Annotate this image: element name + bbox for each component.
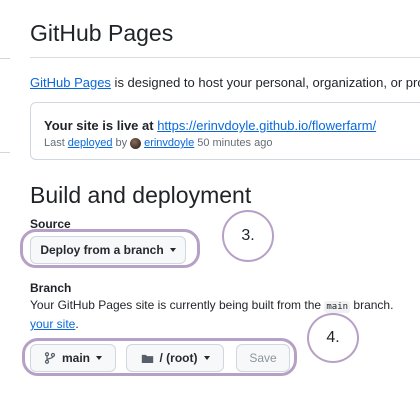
branch-description: Your GitHub Pages site is currently bein… [30,298,394,313]
github-pages-link[interactable]: GitHub Pages [30,75,111,90]
branch-description-text: Your GitHub Pages site is currently bein… [30,298,325,312]
site-url-link[interactable]: https://erinvdoyle.github.io/flowerfarm/ [157,118,376,133]
branch-description-suffix: branch. [350,298,394,312]
branch-label: Branch [30,281,72,295]
site-live-line: Your site is live at https://erinvdoyle.… [44,118,376,133]
left-divider [0,58,10,59]
triangle-down-icon [203,356,210,360]
triangle-down-icon [169,248,176,252]
annotation-step-4: 4. [307,313,359,363]
branch-dropdown-label: main [61,351,90,365]
annotation-step-4-label: 4. [326,329,340,346]
branch-code: main [324,301,351,313]
deployed-link[interactable]: deployed [68,137,113,149]
branch-link-suffix: . [75,317,79,331]
save-button[interactable]: Save [236,344,290,372]
branch-dropdown-button[interactable]: main [30,344,116,372]
left-divider [0,152,10,153]
intro-description: is designed to host your personal, organ… [110,75,420,90]
user-avatar [130,137,142,149]
site-live-prefix: Your site is live at [44,118,158,133]
build-section-title: Build and deployment [30,182,252,208]
user-link[interactable]: erinvdoyle [144,137,194,149]
source-dropdown-label: Deploy from a branch [40,243,164,257]
your-site-link[interactable]: your site [30,317,75,331]
folder-dropdown-button[interactable]: / (root) [126,344,224,372]
triangle-down-icon [96,356,102,360]
save-button-label: Save [249,351,277,365]
intro-text: GitHub Pages is designed to host your pe… [30,75,420,90]
annotation-step-3: 3. [222,210,274,262]
annotation-step-3-label: 3. [241,227,255,244]
source-dropdown-button[interactable]: Deploy from a branch [30,236,186,264]
folder-dropdown-label: / (root) [159,351,198,365]
meta-last: Last [44,137,65,149]
meta-time: 50 minutes ago [197,137,273,149]
deploy-meta: Last deployed by erinvdoyle 50 minutes a… [44,137,272,149]
branch-link-line: your site. [30,317,79,331]
page-title: GitHub Pages [30,20,174,46]
folder-icon [141,354,153,363]
git-branch-icon [44,352,56,364]
title-divider [30,57,420,58]
meta-by: by [115,137,128,149]
